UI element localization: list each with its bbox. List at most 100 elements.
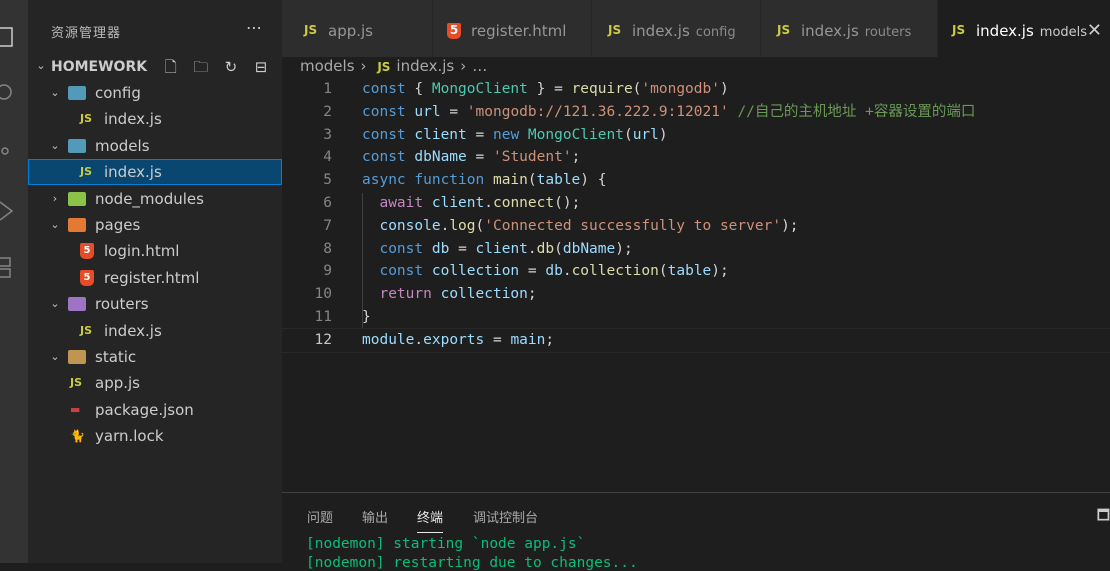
- breadcrumb-file[interactable]: index.js: [396, 57, 454, 75]
- tab-app-js[interactable]: JS app.js: [282, 0, 433, 57]
- line-number: 1: [323, 81, 332, 97]
- tree-item-app-js[interactable]: JS app.js: [28, 370, 282, 396]
- line-number: 9: [323, 263, 332, 280]
- explorer-title: 资源管理器: [51, 26, 122, 41]
- line-number: 2: [323, 103, 332, 120]
- chevron-down-icon[interactable]: ⌄: [48, 86, 62, 100]
- yarn-icon: 🐈: [70, 429, 85, 444]
- code-line[interactable]: 10 return collection;: [282, 283, 1110, 306]
- code-text: await client.connect();: [379, 195, 581, 211]
- explorer-icon[interactable]: [0, 26, 16, 48]
- bottom-panel: 问题 输出 终端 调试控制台 🗖 [nodemon] starting `nod…: [282, 492, 1110, 571]
- code-line[interactable]: 8 const db = client.db(dbName);: [282, 238, 1110, 261]
- folder-icon: [68, 350, 86, 364]
- ellipsis-icon[interactable]: ⋯: [246, 18, 262, 37]
- tree-item-label: login.html: [104, 242, 180, 261]
- js-icon: JS: [608, 23, 622, 37]
- breadcrumb: models › JS index.js ›…: [300, 57, 493, 77]
- tab-description: config: [695, 25, 736, 40]
- new-file-icon[interactable]: 🗋: [160, 57, 182, 82]
- code-line[interactable]: 6 await client.connect();: [282, 192, 1110, 215]
- tab-output[interactable]: 输出: [362, 507, 388, 526]
- project-header[interactable]: ⌄ HOMEWORK 🗋 🗀 ↻ ⊟: [28, 56, 282, 78]
- tree-item-label: app.js: [95, 374, 140, 393]
- tree-item-label: yarn.lock: [95, 427, 164, 446]
- new-folder-icon[interactable]: 🗀: [190, 57, 212, 82]
- tab-description: models: [1039, 25, 1088, 40]
- code-text: console.log('Connected successfully to s…: [379, 217, 799, 234]
- js-icon: JS: [70, 376, 83, 390]
- code-text: module.exports = main;: [362, 331, 555, 348]
- collapse-all-icon[interactable]: ⊟: [250, 58, 272, 76]
- js-icon: JS: [777, 23, 791, 37]
- line-number: 3: [323, 126, 332, 143]
- tree-item-models[interactable]: ⌄ models: [28, 133, 282, 159]
- tab-label: app.js: [328, 22, 373, 40]
- terminal-line: [nodemon] starting `node app.js`: [306, 536, 586, 552]
- tree-item-package-json[interactable]: ▬ package.json: [28, 397, 282, 423]
- tree-item-pages[interactable]: ⌄ pages: [28, 212, 282, 238]
- code-line[interactable]: 1 const { MongoClient } = require('mongod…: [282, 78, 1110, 101]
- breadcrumb-symbol[interactable]: …: [472, 57, 487, 75]
- line-number: 5: [323, 172, 332, 189]
- tab-index-js-routers[interactable]: JS index.js routers: [761, 0, 938, 57]
- tree-item-routers[interactable]: ⌄ routers: [28, 291, 282, 317]
- tab-register-html[interactable]: 5 register.html: [433, 0, 592, 57]
- tree-item-index-js[interactable]: JS index.js: [28, 159, 282, 186]
- js-icon: JS: [80, 165, 93, 179]
- breadcrumb-folder[interactable]: models: [300, 57, 355, 75]
- code-editor[interactable]: 1 const { MongoClient } = require('mongod…: [281, 78, 1110, 490]
- code-line[interactable]: 7 console.log('Connected successfully to…: [282, 215, 1110, 238]
- chevron-down-icon[interactable]: ⌄: [48, 297, 62, 311]
- tree-item-index-js[interactable]: JS index.js: [28, 106, 282, 132]
- code-text: const collection = db.collection(table);: [379, 263, 729, 280]
- tab-index-js-config[interactable]: JS index.js config: [592, 0, 761, 57]
- code-line[interactable]: 11}: [282, 306, 1110, 329]
- html5-icon: 5: [80, 269, 94, 286]
- chevron-down-icon[interactable]: ⌄: [48, 218, 62, 232]
- chevron-down-icon[interactable]: ⌄: [48, 350, 62, 364]
- tree-item-config[interactable]: ⌄ config: [28, 80, 282, 106]
- line-number: 7: [323, 217, 332, 234]
- tree-item-index-js[interactable]: JS index.js: [28, 318, 282, 344]
- tab-description: routers: [864, 25, 912, 40]
- js-icon: JS: [80, 323, 93, 337]
- maximize-panel-icon[interactable]: 🗖: [1097, 505, 1110, 529]
- js-icon: JS: [952, 23, 966, 37]
- js-icon: JS: [377, 60, 391, 74]
- code-line[interactable]: 5 async function main(table) {: [282, 169, 1110, 192]
- refresh-icon[interactable]: ↻: [220, 58, 242, 76]
- close-icon[interactable]: ✕: [1087, 20, 1102, 41]
- code-line[interactable]: 12 module.exports = main;: [281, 327, 1110, 353]
- chevron-right-icon: ›: [460, 57, 467, 75]
- folder-icon: [68, 297, 86, 312]
- code-line[interactable]: 2 const url = 'mongodb://121.36.222.9:120…: [282, 101, 1110, 124]
- tree-item-label: package.json: [95, 400, 194, 419]
- code-line[interactable]: 9 const collection = db.collection(table…: [282, 260, 1110, 283]
- explorer-sidebar: 资源管理器 ⋯ ⌄ HOMEWORK 🗋 🗀 ↻ ⊟ ⌄ config JS inde…: [28, 0, 282, 563]
- code-text: const dbName = 'Student';: [362, 149, 581, 166]
- tree-item-label: register.html: [104, 268, 200, 287]
- code-text: return collection;: [379, 286, 537, 303]
- chevron-right-icon[interactable]: ›: [48, 192, 62, 206]
- code-text: const url = 'mongodb://121.36.222.9:1202…: [362, 103, 976, 120]
- source-control-icon[interactable]: [0, 140, 16, 162]
- tree-item-register-html[interactable]: 5 register.html: [28, 265, 282, 291]
- tree-item-node_modules[interactable]: › node_modules: [28, 186, 282, 212]
- search-icon[interactable]: [0, 82, 16, 104]
- code-line[interactable]: 3 const client = new MongoClient(url): [282, 124, 1110, 147]
- chevron-down-icon[interactable]: ⌄: [48, 139, 62, 153]
- line-number: 4: [323, 149, 332, 166]
- line-number: 8: [323, 240, 332, 257]
- folder-icon: [68, 191, 86, 206]
- tab-index-js-models[interactable]: JS index.js models ✕: [938, 0, 1110, 57]
- run-debug-icon[interactable]: [0, 200, 16, 222]
- tab-problems[interactable]: 问题: [307, 507, 333, 526]
- tree-item-static[interactable]: ⌄ static: [28, 344, 282, 370]
- code-line[interactable]: 4 const dbName = 'Student';: [282, 146, 1110, 169]
- tree-item-login-html[interactable]: 5 login.html: [28, 238, 282, 264]
- tab-terminal[interactable]: 终端: [417, 507, 444, 533]
- tab-debug-console[interactable]: 调试控制台: [473, 507, 538, 526]
- extensions-icon[interactable]: [0, 256, 16, 278]
- tree-item-yarn-lock[interactable]: 🐈 yarn.lock: [28, 423, 282, 449]
